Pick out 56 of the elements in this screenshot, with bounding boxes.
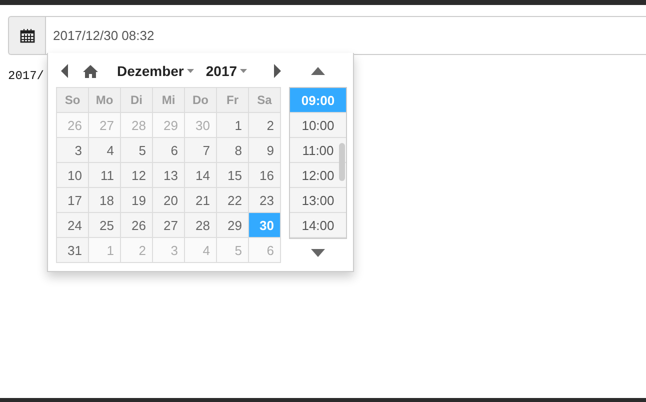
weekday-header: Sa: [249, 88, 281, 113]
time-option[interactable]: 12:00: [290, 163, 346, 188]
date-text: 2017/: [8, 69, 44, 83]
day-cell[interactable]: 16: [249, 163, 281, 188]
day-cell[interactable]: 25: [89, 213, 121, 238]
caret-icon: [186, 69, 194, 73]
day-cell[interactable]: 20: [153, 188, 185, 213]
caret-icon: [240, 69, 248, 73]
day-cell[interactable]: 15: [217, 163, 249, 188]
day-cell[interactable]: 14: [185, 163, 217, 188]
day-cell[interactable]: 5: [121, 138, 153, 163]
day-cell[interactable]: 8: [217, 138, 249, 163]
time-option[interactable]: 10:00: [290, 113, 346, 138]
day-cell[interactable]: 13: [153, 163, 185, 188]
calendar-icon: [20, 28, 34, 43]
day-cell[interactable]: 11: [89, 163, 121, 188]
day-cell[interactable]: 9: [249, 138, 281, 163]
day-cell[interactable]: 21: [185, 188, 217, 213]
day-cell[interactable]: 23: [249, 188, 281, 213]
scrollbar-thumb[interactable]: [339, 143, 345, 181]
day-cell[interactable]: 18: [89, 188, 121, 213]
time-option[interactable]: 14:00: [290, 213, 346, 238]
weekday-header: Mo: [89, 88, 121, 113]
weekday-header: Mi: [153, 88, 185, 113]
weekday-header: Do: [185, 88, 217, 113]
time-option[interactable]: 13:00: [290, 188, 346, 213]
next-icon[interactable]: [273, 64, 282, 78]
date-time-field[interactable]: 2017/12/30 08:32: [45, 16, 646, 55]
day-cell[interactable]: 31: [57, 238, 89, 263]
day-cell[interactable]: 29: [217, 213, 249, 238]
day-cell[interactable]: 24: [57, 213, 89, 238]
day-cell[interactable]: 2: [249, 113, 281, 138]
time-option[interactable]: 11:00: [290, 138, 346, 163]
weekday-header: Fr: [217, 88, 249, 113]
scroll-up-icon[interactable]: [311, 67, 325, 75]
calendar-button[interactable]: [8, 16, 45, 55]
day-cell[interactable]: 7: [185, 138, 217, 163]
day-cell[interactable]: 3: [57, 138, 89, 163]
day-cell[interactable]: 12: [121, 163, 153, 188]
day-cell[interactable]: 19: [121, 188, 153, 213]
year-dropdown[interactable]: 2017: [206, 63, 248, 79]
day-cell[interactable]: 26: [121, 213, 153, 238]
day-cell[interactable]: 4: [89, 138, 121, 163]
day-cell[interactable]: 1: [217, 113, 249, 138]
day-cell[interactable]: 28: [185, 213, 217, 238]
weekday-header: Di: [121, 88, 153, 113]
home-icon[interactable]: [82, 64, 98, 78]
scroll-down-icon[interactable]: [311, 249, 325, 257]
day-cell[interactable]: 17: [57, 188, 89, 213]
weekday-header: So: [57, 88, 89, 113]
previous-icon[interactable]: [61, 64, 69, 78]
month-dropdown[interactable]: Dezember: [116, 63, 194, 79]
day-cell[interactable]: 10: [57, 163, 89, 188]
day-cell[interactable]: 6: [153, 138, 185, 163]
day-cell[interactable]: 27: [153, 213, 185, 238]
day-cell[interactable]: 22: [217, 188, 249, 213]
